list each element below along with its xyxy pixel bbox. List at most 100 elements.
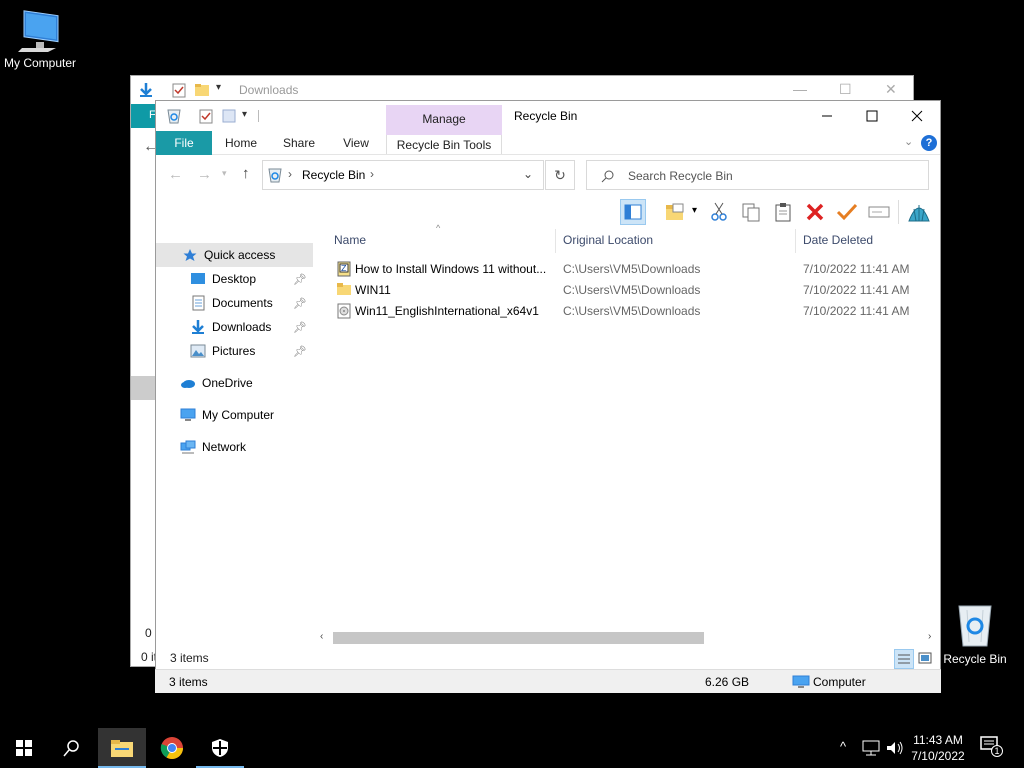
close-icon[interactable]: ✕ xyxy=(885,81,897,98)
column-header-date-deleted[interactable]: Date Deleted xyxy=(803,233,873,247)
computer-icon xyxy=(180,407,196,423)
minimize-icon[interactable]: — xyxy=(793,81,807,97)
file-explorer-taskbar-button[interactable] xyxy=(98,728,146,768)
ribbon-expand-chevron-icon[interactable]: ⌄ xyxy=(904,135,913,148)
column-separator[interactable] xyxy=(795,229,796,253)
command-toolbar: ▾ xyxy=(618,197,940,227)
nav-item-documents[interactable]: Documents 📌︎ xyxy=(156,291,313,315)
pin-icon[interactable]: 📌︎ xyxy=(293,321,307,334)
cloud-icon xyxy=(180,375,196,391)
tab-home[interactable]: Home xyxy=(216,131,266,155)
maximize-button[interactable] xyxy=(849,105,895,127)
refresh-button[interactable]: ↻ xyxy=(545,160,575,190)
copy-icon xyxy=(742,203,760,222)
tray-chevron-up-icon[interactable]: ^ xyxy=(840,739,846,754)
volume-icon[interactable] xyxy=(886,740,904,756)
scroll-left-icon[interactable]: ‹ xyxy=(320,631,323,642)
up-arrow-icon[interactable]: ↑ xyxy=(242,165,250,182)
file-name: WIN11 xyxy=(355,283,391,297)
recycle-bin-small-icon xyxy=(167,109,181,124)
chevron-down-icon[interactable]: ▾ xyxy=(692,205,697,216)
properties-icon[interactable] xyxy=(198,108,214,124)
file-explorer-icon xyxy=(111,740,133,757)
search-input[interactable]: Search Recycle Bin xyxy=(586,160,929,190)
nav-item-desktop[interactable]: Desktop 📌︎ xyxy=(156,267,313,291)
column-separator[interactable] xyxy=(555,229,556,253)
system-clock[interactable]: 11:43 AM 7/10/2022 xyxy=(908,732,968,764)
nav-item-onedrive[interactable]: OneDrive xyxy=(156,371,313,395)
toolbar-divider xyxy=(898,200,899,224)
network-tray-icon[interactable] xyxy=(862,740,880,756)
desktop-icon-recycle-bin[interactable]: Recycle Bin xyxy=(940,602,1010,666)
clipboard-icon xyxy=(775,203,791,222)
documents-folder-icon xyxy=(190,295,206,311)
nav-item-downloads[interactable]: Downloads 📌︎ xyxy=(156,315,313,339)
preview-pane-button[interactable] xyxy=(620,199,646,225)
horizontal-scrollbar[interactable]: ‹ › xyxy=(316,629,940,647)
recycle-bin-small-icon xyxy=(268,168,282,183)
clock-time: 11:43 AM xyxy=(913,733,963,747)
list-item[interactable]: WIN11 C:\Users\VM5\Downloads 7/10/2022 1… xyxy=(332,280,932,301)
list-item[interactable]: Z How to Install Windows 11 without... C… xyxy=(332,259,932,280)
window-title: Recycle Bin xyxy=(514,109,578,123)
list-item[interactable]: Win11_EnglishInternational_x64v1 C:\User… xyxy=(332,301,932,322)
chevron-down-icon[interactable]: ▾ xyxy=(216,82,221,93)
rename-button[interactable] xyxy=(866,199,892,225)
back-arrow-icon[interactable]: ← xyxy=(168,166,183,183)
nav-label: Quick access xyxy=(204,248,276,262)
nav-item-my-computer[interactable]: My Computer xyxy=(156,403,313,427)
restore-button[interactable] xyxy=(834,199,860,225)
maximize-icon[interactable]: ☐ xyxy=(839,81,852,98)
pin-icon[interactable]: 📌︎ xyxy=(293,297,307,310)
disc-image-icon xyxy=(336,303,352,319)
chevron-down-icon[interactable]: ▾ xyxy=(242,109,247,120)
breadcrumb-recycle-bin[interactable]: Recycle Bin xyxy=(302,168,365,182)
delete-button[interactable] xyxy=(802,199,828,225)
start-button[interactable] xyxy=(0,728,48,768)
notification-center-button[interactable]: 1 xyxy=(980,736,1004,760)
properties-icon xyxy=(172,83,186,98)
chrome-icon xyxy=(160,737,183,759)
search-button[interactable] xyxy=(48,728,96,768)
address-bar[interactable]: › Recycle Bin › ⌄ xyxy=(262,160,544,190)
breadcrumb-separator-icon[interactable]: › xyxy=(288,167,292,181)
new-item-icon[interactable] xyxy=(221,108,237,124)
paste-button[interactable] xyxy=(770,199,796,225)
breadcrumb-separator-icon[interactable]: › xyxy=(370,167,374,181)
seashell-icon xyxy=(908,205,930,222)
address-dropdown-chevron-icon[interactable]: ⌄ xyxy=(523,167,533,181)
large-icons-view-button[interactable] xyxy=(916,649,936,669)
scrollbar-thumb[interactable] xyxy=(333,632,704,644)
tab-view[interactable]: View xyxy=(332,131,380,155)
original-location: C:\Users\VM5\Downloads xyxy=(563,304,701,318)
forward-arrow-icon[interactable]: → xyxy=(197,166,212,183)
pin-icon[interactable]: 📌︎ xyxy=(293,273,307,286)
pin-icon[interactable]: 📌︎ xyxy=(293,345,307,358)
nav-item-quick-access[interactable]: Quick access xyxy=(156,243,313,267)
close-button[interactable] xyxy=(894,105,940,127)
nav-item-pictures[interactable]: Pictures 📌︎ xyxy=(156,339,313,363)
shell-button[interactable] xyxy=(906,199,932,225)
help-icon[interactable]: ? xyxy=(921,135,937,151)
recycle-bin-window[interactable]: ▾ Manage Recycle Bin Tools Recycle Bin F… xyxy=(155,100,941,692)
details-view-button[interactable] xyxy=(894,649,914,669)
column-header-name[interactable]: Name xyxy=(334,233,366,247)
minimize-button[interactable] xyxy=(804,105,850,127)
recent-locations-chevron-icon[interactable]: ▾ xyxy=(222,168,227,179)
status-location: Computer xyxy=(813,675,866,689)
nav-item-network[interactable]: Network xyxy=(156,435,313,459)
folder-options-button[interactable] xyxy=(662,199,688,225)
cut-button[interactable] xyxy=(706,199,732,225)
manage-label: Manage xyxy=(422,112,466,126)
tab-share[interactable]: Share xyxy=(274,131,324,155)
tab-file[interactable]: File xyxy=(156,131,212,155)
chrome-taskbar-button[interactable] xyxy=(148,728,196,768)
desktop-icon-my-computer[interactable]: My Computer xyxy=(0,8,80,70)
scroll-right-icon[interactable]: › xyxy=(928,631,931,642)
copy-button[interactable] xyxy=(738,199,764,225)
column-header-original-location[interactable]: Original Location xyxy=(563,233,653,247)
delete-x-icon xyxy=(806,203,824,221)
back-file-tab[interactable]: F xyxy=(131,104,157,128)
nav-label: Documents xyxy=(212,296,273,310)
security-taskbar-button[interactable] xyxy=(196,728,244,768)
